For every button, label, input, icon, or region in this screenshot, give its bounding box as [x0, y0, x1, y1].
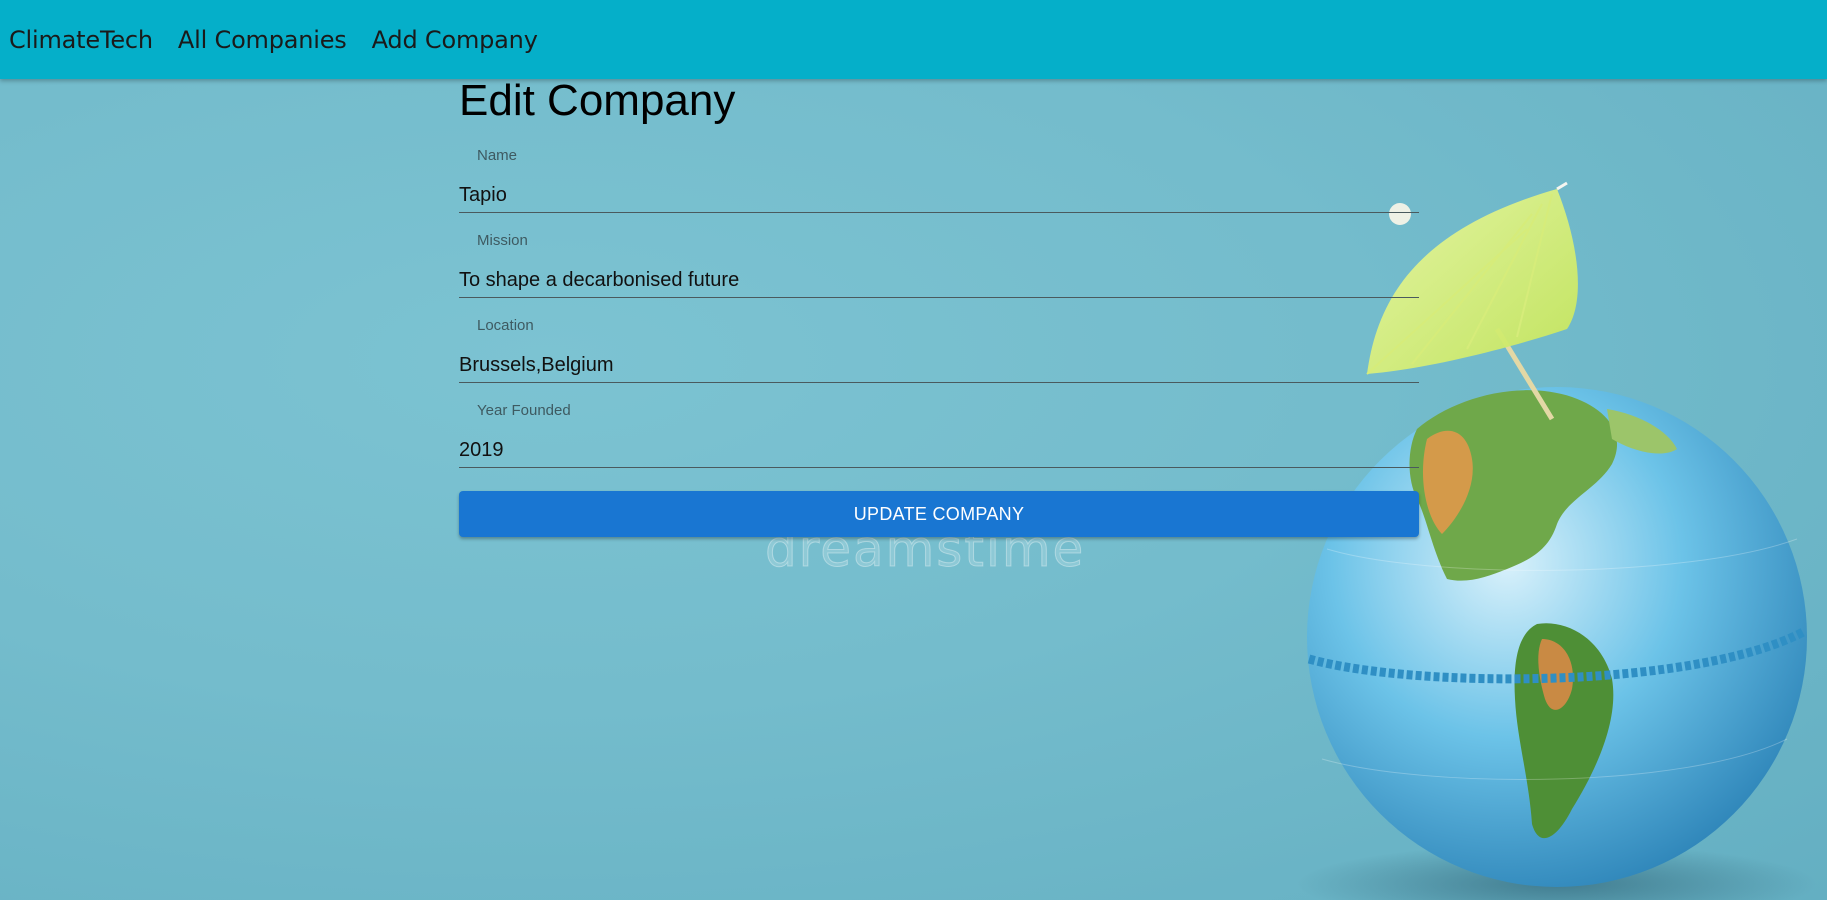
mission-field: Mission: [459, 208, 1419, 298]
nav-all-companies[interactable]: All Companies: [178, 26, 347, 54]
year-founded-label: Year Founded: [477, 402, 571, 419]
page-title: Edit Company: [459, 76, 736, 125]
nav-add-company[interactable]: Add Company: [372, 26, 538, 54]
edit-company-form-container: Edit Company Name Mission Location Year …: [459, 76, 1419, 537]
mission-label: Mission: [477, 232, 528, 249]
name-field: Name: [459, 123, 1419, 213]
location-field: Location: [459, 293, 1419, 383]
brand-link[interactable]: ClimateTech: [9, 26, 153, 54]
name-label: Name: [477, 147, 518, 164]
year-founded-field: Year Founded: [459, 378, 1419, 468]
location-label: Location: [477, 317, 534, 334]
top-navbar: ClimateTech All Companies Add Company: [0, 0, 1827, 79]
year-founded-input[interactable]: [459, 434, 1419, 468]
update-company-button[interactable]: UPDATE COMPANY: [459, 491, 1419, 537]
